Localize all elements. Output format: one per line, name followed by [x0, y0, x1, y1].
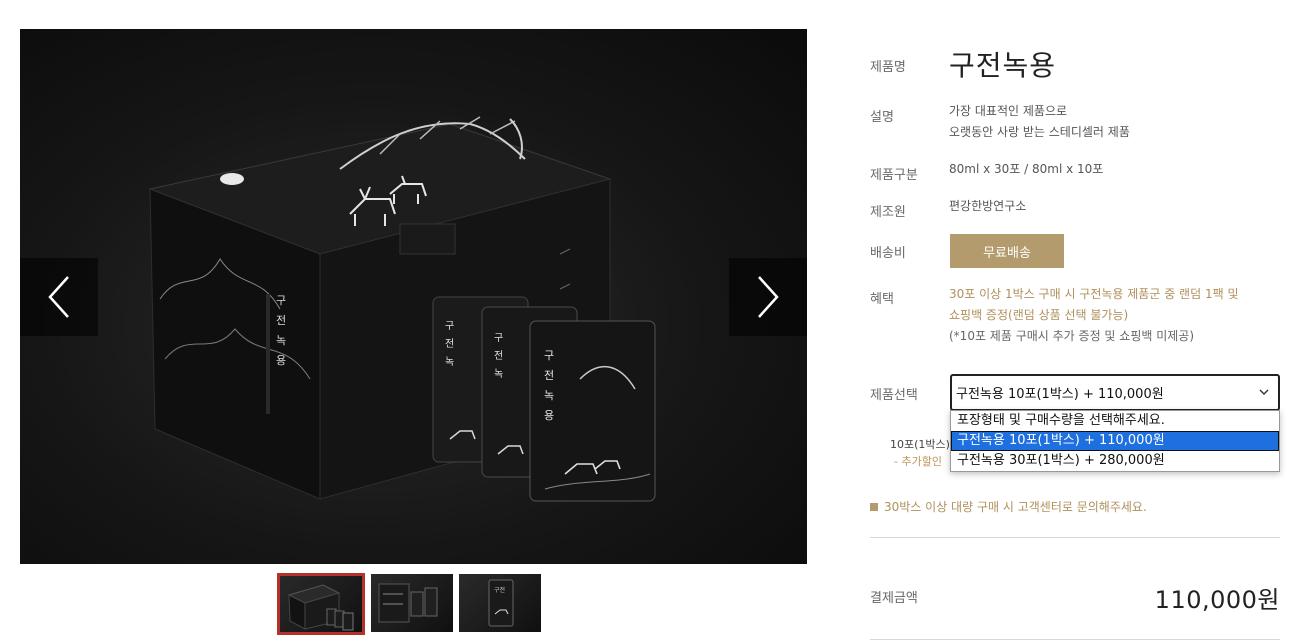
- divider: [870, 537, 1280, 538]
- thumbnail-box-image: [287, 584, 354, 631]
- prev-image-button[interactable]: [20, 258, 98, 336]
- svg-text:구: 구: [544, 349, 554, 362]
- bulk-order-notice: 30박스 이상 대량 구매 시 고객센터로 문의해주세요.: [870, 498, 1147, 515]
- free-shipping-badge: 무료배송: [950, 234, 1064, 268]
- next-image-button[interactable]: [729, 258, 807, 336]
- square-bullet-icon: [870, 503, 878, 511]
- payment-amount-label: 결제금액: [870, 591, 918, 606]
- option-dropdown-list: 포장형태 및 구매수량을 선택해주세요. 구전녹용 10포(1박스) + 110…: [950, 410, 1280, 472]
- svg-text:구: 구: [494, 333, 503, 344]
- selected-item-name-partial: 10포(1박스): [890, 438, 950, 451]
- svg-text:녹: 녹: [544, 389, 554, 402]
- product-box-illustration: 구 전 녹 용 구 전 녹 구 전 녹 구 전 녹 용: [148, 116, 656, 502]
- svg-text:녹: 녹: [445, 356, 454, 368]
- additional-discount-partial: - 추가할인: [894, 455, 942, 468]
- svg-text:전: 전: [445, 338, 454, 350]
- svg-text:전: 전: [494, 350, 503, 362]
- thumbnail-2[interactable]: [371, 574, 453, 632]
- dropdown-option[interactable]: 구전녹용 30포(1박스) + 280,000원: [951, 451, 1279, 471]
- payment-amount: 110,000원: [1154, 586, 1280, 614]
- product-name-label: 제품명: [870, 60, 906, 75]
- benefit-line: 쇼핑백 증정(랜덤 상품 선택 불가능): [949, 308, 1129, 322]
- product-title: 구전녹용: [949, 49, 1057, 82]
- shipping-label: 배송비: [870, 246, 906, 261]
- thumbnail-side-image: [378, 583, 438, 623]
- description-label: 설명: [870, 110, 894, 125]
- benefit-label: 혜택: [870, 292, 894, 307]
- dropdown-option[interactable]: 포장형태 및 구매수량을 선택해주세요.: [951, 411, 1279, 431]
- benefit-line: 30포 이상 1박스 구매 시 구전녹용 제품군 중 랜덤 1팩 및: [949, 287, 1239, 301]
- manufacturer-label: 제조원: [870, 205, 906, 220]
- svg-text:전: 전: [544, 369, 554, 382]
- product-type-label: 제품구분: [870, 168, 918, 183]
- description-line: 오랫동안 사랑 받는 스테디셀러 제품: [949, 125, 1130, 139]
- description-text: 가장 대표적인 제품으로 오랫동안 사랑 받는 스테디셀러 제품: [949, 101, 1130, 143]
- thumbnail-strip: 구전: [277, 573, 541, 635]
- svg-text:녹: 녹: [276, 334, 286, 347]
- svg-text:구: 구: [276, 294, 286, 307]
- thumbnail-pouch-image: 구전: [488, 579, 514, 627]
- benefit-text: 30포 이상 1박스 구매 시 구전녹용 제품군 중 랜덤 1팩 및 쇼핑백 증…: [949, 284, 1239, 347]
- chevron-right-icon: [758, 276, 779, 318]
- divider: [870, 639, 1280, 640]
- description-line: 가장 대표적인 제품으로: [949, 104, 1068, 118]
- svg-text:녹: 녹: [494, 368, 503, 380]
- chevron-down-icon: [1259, 389, 1269, 395]
- dropdown-option-highlighted[interactable]: 구전녹용 10포(1박스) + 110,000원: [951, 431, 1279, 451]
- svg-text:구: 구: [445, 321, 454, 332]
- bulk-order-notice-text: 30박스 이상 대량 구매 시 고객센터로 문의해주세요.: [884, 500, 1147, 514]
- product-main-image: 구 전 녹 용 구 전 녹 구 전 녹 구 전 녹 용: [20, 29, 807, 564]
- chevron-left-icon: [48, 276, 69, 318]
- svg-text:전: 전: [276, 314, 286, 327]
- manufacturer-value: 편강한방연구소: [949, 199, 1027, 213]
- thumbnail-3[interactable]: 구전: [459, 574, 541, 632]
- benefit-note: (*10포 제품 구매시 추가 증정 및 쇼핑백 미제공): [949, 329, 1195, 343]
- svg-text:구전: 구전: [494, 586, 505, 594]
- svg-text:용: 용: [544, 409, 554, 422]
- product-option-select[interactable]: 구전녹용 10포(1박스) + 110,000원: [950, 374, 1280, 411]
- product-type-value: 80ml x 30포 / 80ml x 10포: [949, 162, 1104, 176]
- selected-option-text: 구전녹용 10포(1박스) + 110,000원: [956, 387, 1164, 402]
- product-info-panel: 제품명 구전녹용 설명 가장 대표적인 제품으로 오랫동안 사랑 받는 스테디셀…: [870, 0, 1280, 642]
- svg-text:용: 용: [276, 354, 286, 367]
- thumbnail-1[interactable]: [277, 573, 365, 635]
- product-select-label: 제품선택: [870, 388, 918, 403]
